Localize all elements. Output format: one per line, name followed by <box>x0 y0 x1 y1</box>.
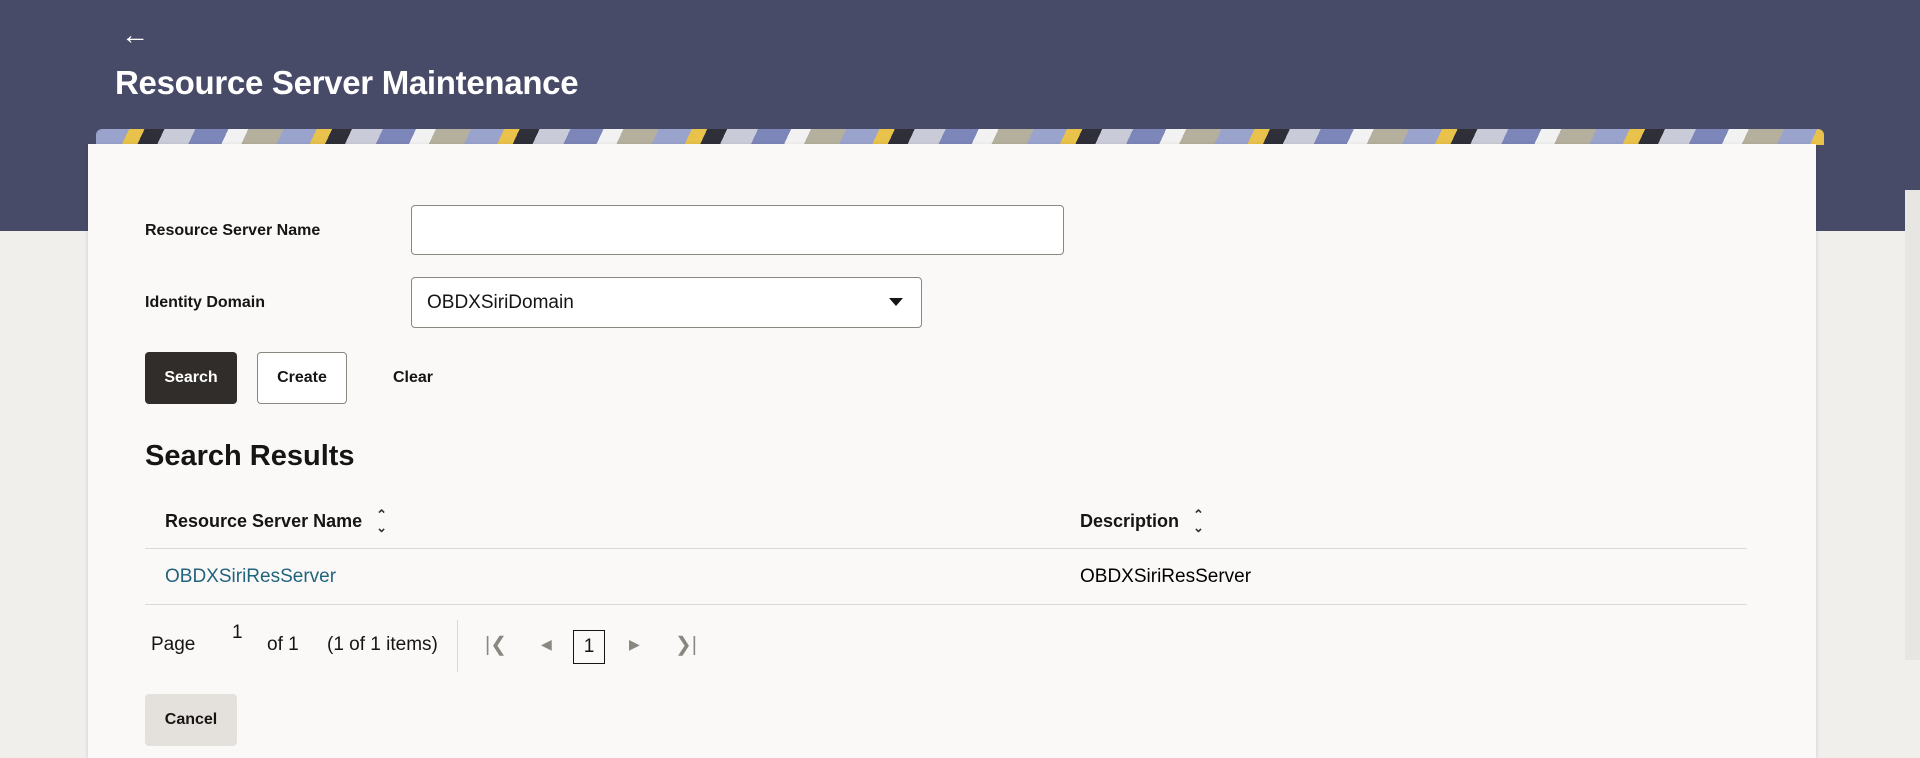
pagination-divider <box>457 620 458 672</box>
pagination: Page 1 of 1 (1 of 1 items) |❮ ◀ 1 ▶ ❯| <box>145 616 845 672</box>
search-results-title: Search Results <box>145 440 355 472</box>
sort-icon: ⌃ ⌄ <box>1193 507 1204 535</box>
identity-domain-select[interactable]: OBDXSiriDomain <box>411 277 922 328</box>
column-label: Description <box>1080 510 1180 531</box>
resource-server-name-input[interactable] <box>411 205 1064 255</box>
resource-server-link[interactable]: OBDXSiriResServer <box>165 549 336 604</box>
page-title: Resource Server Maintenance <box>115 64 579 101</box>
clear-button[interactable]: Clear <box>368 352 458 404</box>
main-card: Resource Server Name Identity Domain OBD… <box>88 144 1816 758</box>
identity-domain-label: Identity Domain <box>145 294 266 311</box>
page-of-label: of 1 <box>267 634 299 655</box>
items-count-label: (1 of 1 items) <box>327 634 438 655</box>
next-page-icon[interactable]: ▶ <box>629 636 640 653</box>
create-button[interactable]: Create <box>257 352 347 404</box>
identity-domain-value: OBDXSiriDomain <box>427 291 574 313</box>
page-number-input[interactable]: 1 <box>232 622 243 644</box>
table-header: Resource Server Name ⌃ ⌄ Description ⌃ ⌄ <box>145 494 1747 549</box>
results-table: Resource Server Name ⌃ ⌄ Description ⌃ ⌄ O… <box>145 494 1747 605</box>
column-header-description[interactable]: Description ⌃ ⌄ <box>1080 494 1204 548</box>
table-row: OBDXSiriResServer OBDXSiriResServer <box>145 549 1747 605</box>
scrollbar[interactable] <box>1905 190 1920 660</box>
resource-server-name-label: Resource Server Name <box>145 222 321 239</box>
last-page-icon[interactable]: ❯| <box>675 632 697 657</box>
description-cell: OBDXSiriResServer <box>1080 565 1252 587</box>
page-label: Page <box>151 634 196 655</box>
chevron-down-icon <box>889 298 903 306</box>
column-label: Resource Server Name <box>165 510 363 531</box>
first-page-icon[interactable]: |❮ <box>485 632 507 657</box>
previous-page-icon[interactable]: ◀ <box>541 636 552 653</box>
search-button[interactable]: Search <box>145 352 237 404</box>
decorative-banner <box>96 129 1824 145</box>
current-page-button[interactable]: 1 <box>573 630 605 664</box>
cancel-button[interactable]: Cancel <box>145 694 237 746</box>
sort-icon: ⌃ ⌄ <box>376 507 388 535</box>
column-header-resource-server-name[interactable]: Resource Server Name ⌃ ⌄ <box>165 494 387 548</box>
back-arrow-icon[interactable]: ← <box>118 18 152 52</box>
